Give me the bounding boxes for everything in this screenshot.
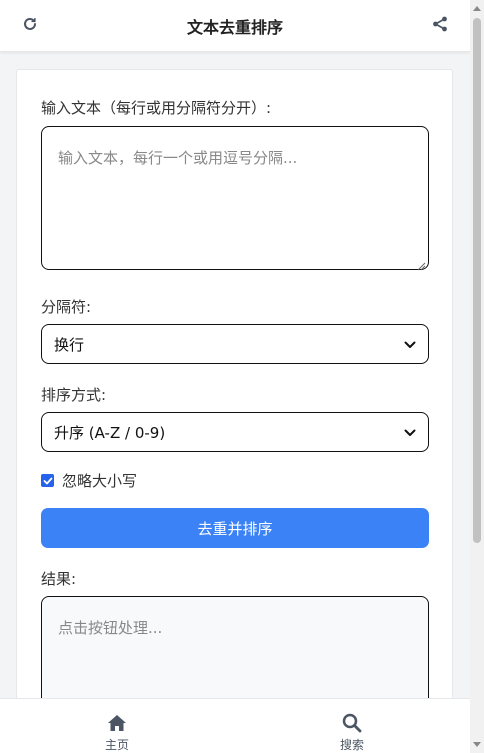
chevron-down-icon: [404, 335, 416, 353]
checkmark-icon: [43, 477, 52, 484]
scrollbar-thumb[interactable]: [473, 18, 481, 543]
dedupe-sort-button[interactable]: 去重并排序: [41, 508, 429, 548]
nav-item-search[interactable]: 搜索: [312, 699, 392, 753]
resize-grip-icon[interactable]: [416, 257, 426, 271]
bottom-nav: 主页 搜索: [0, 698, 470, 753]
nav-label-home: 主页: [104, 738, 129, 752]
nav-label-search: 搜索: [339, 738, 364, 752]
nav-item-home[interactable]: 主页: [77, 699, 157, 753]
ignore-case-row: 忽略大小写: [41, 470, 137, 491]
home-icon: [107, 713, 127, 733]
page-title: 文本去重排序: [186, 17, 283, 37]
scrollbar[interactable]: [470, 0, 484, 753]
input-placeholder: 输入文本，每行一个或用逗号分隔...: [58, 149, 298, 167]
app-header: 文本去重排序: [0, 0, 470, 52]
input-textarea[interactable]: 输入文本，每行一个或用逗号分隔...: [41, 126, 429, 271]
ignore-case-checkbox[interactable]: [41, 474, 54, 487]
sort-label: 排序方式:: [41, 386, 107, 404]
sort-value: 升序 (A-Z / 0-9): [54, 423, 166, 442]
sort-select[interactable]: 升序 (A-Z / 0-9): [41, 412, 429, 452]
result-placeholder: 点击按钮处理...: [58, 619, 163, 637]
share-button[interactable]: [430, 16, 450, 36]
ignore-case-label: 忽略大小写: [62, 472, 138, 490]
share-icon: [432, 16, 448, 36]
separator-value: 换行: [54, 335, 85, 354]
result-label: 结果:: [41, 570, 77, 588]
scroll-down-icon[interactable]: [473, 742, 481, 747]
refresh-button[interactable]: [20, 16, 40, 36]
search-icon: [342, 713, 362, 733]
input-label: 输入文本（每行或用分隔符分开）:: [41, 99, 272, 117]
form-card: 输入文本（每行或用分隔符分开）: 输入文本，每行一个或用逗号分隔... 分隔符:…: [16, 69, 453, 753]
chevron-down-icon: [404, 423, 416, 441]
separator-select[interactable]: 换行: [41, 324, 429, 364]
separator-label: 分隔符:: [41, 298, 92, 316]
refresh-icon: [22, 16, 38, 36]
scroll-up-icon[interactable]: [473, 6, 481, 11]
